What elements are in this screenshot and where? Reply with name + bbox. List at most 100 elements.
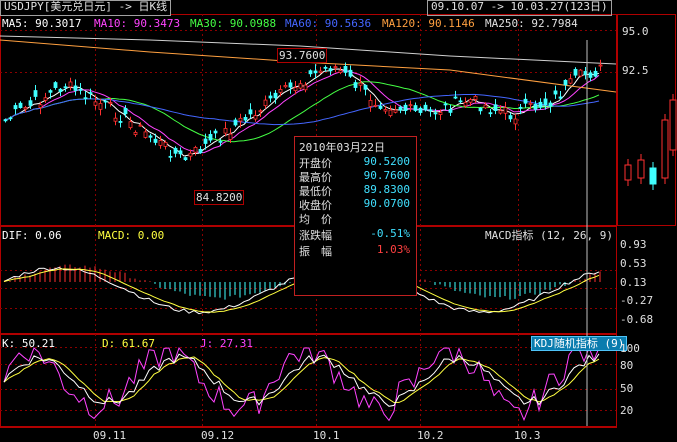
macd-axis-label: 0.53 [620,257,647,270]
candle-body [578,69,583,77]
candle-body [423,104,428,111]
candle-body [158,140,163,146]
tooltip-avg-label: 均 价 [299,213,332,226]
candle-body [493,104,498,111]
candle-body [68,81,73,88]
candle-body [438,112,443,115]
candle-body [193,147,198,153]
time-axis-label: 10.3 [514,429,541,442]
candle-body [58,88,63,92]
candle-body [53,82,58,88]
candle-body [508,115,513,120]
candle-body [43,97,48,101]
candle-body [318,70,323,73]
candle-body [528,102,533,105]
candle-body [98,103,103,110]
candle-body [363,84,368,90]
tooltip-date: 2010年03月22日 [299,141,385,154]
candle-body [553,90,558,95]
candle-body [368,100,373,107]
kdj-j-label: J: 27.31 [200,337,253,350]
tooltip-high-value: 90.7600 [363,169,410,182]
candle-body [28,100,33,106]
kdj-d-label: D: 61.67 [102,337,155,350]
candle-body [338,70,343,73]
candle-body [113,117,118,122]
price-axis-label: 95.0 [622,25,649,38]
candle-body [188,152,193,157]
candle-body [123,107,128,115]
candle-body [103,100,108,103]
candle-body [298,83,303,89]
candle-body [588,72,593,78]
side-candle-body [661,119,669,179]
candle-body [138,124,143,127]
candle-body [358,82,363,86]
candle-body [413,105,418,111]
candle-body [483,104,488,109]
macd-axis-label: -0.68 [620,313,654,326]
macd-axis-label: 0.13 [620,276,647,289]
ma60-label: MA60: 90.5636 [285,17,372,30]
tooltip-amplitude-label: 振 幅 [299,245,332,258]
time-axis-label: 09.11 [93,429,127,442]
candle-body [383,109,388,112]
macd-dif-label: DIF: 0.06 [2,229,62,242]
candle-body [63,86,68,89]
candle-body [3,119,8,122]
candle-body [203,138,208,144]
candle-body [468,99,473,103]
tooltip-open-value: 90.5200 [363,155,410,168]
candle-body [273,92,278,99]
side-candle-body [637,159,645,179]
candle-body [178,150,183,155]
candle-body [503,107,508,114]
ma250-label: MA250: 92.7984 [485,17,578,30]
candle-body [543,98,548,106]
candle-body [303,84,308,91]
kdj-k-label: K: 50.21 [2,337,55,350]
candle-body [13,105,18,110]
tooltip-low-value: 89.8300 [363,183,410,196]
candle-body [323,66,328,69]
macd-axis-label: -0.27 [620,294,654,307]
candle-body [353,82,358,88]
kdj-axis-label: 20 [620,404,634,417]
candle-body [33,90,38,97]
macd-indicator-name[interactable]: MACD指标 (12, 26, 9) [485,229,613,242]
candle-body [248,109,253,115]
candle-body [478,107,483,112]
time-axis-label: 09.12 [201,429,235,442]
candle-body [428,109,433,112]
candle-body [443,103,448,106]
candle-body [328,68,333,72]
candle-body [253,115,258,120]
candle-body [213,130,218,134]
candle-body [463,102,468,107]
candle-body [573,68,578,76]
candle-body [488,112,493,115]
candle-body [288,82,293,88]
ma5-label: MA5: 90.3017 [2,17,82,30]
candle-body [593,70,598,77]
candle-body [388,109,393,116]
candle-body [373,104,378,107]
low-price-annotation: 84.8200 [194,190,245,205]
candle-body [228,133,233,140]
candle-body [343,66,348,73]
candle-body [93,101,98,106]
candle-body [78,89,83,91]
candle-body [23,107,28,110]
kdj-k-line [3,353,600,407]
kdj-axis-label: 50 [620,382,634,395]
candle-body [278,88,283,93]
candle-body [453,96,458,99]
candle-body [448,109,453,113]
kdj-d-line [3,356,600,404]
tooltip-change-value: -0.51% [370,227,410,240]
kdj-indicator-name[interactable]: KDJ随机指标 (9) [531,336,628,351]
candle-body [258,110,263,113]
price-axis-label: 92.5 [622,64,649,77]
candle-body [548,102,553,107]
candle-body [458,100,463,103]
